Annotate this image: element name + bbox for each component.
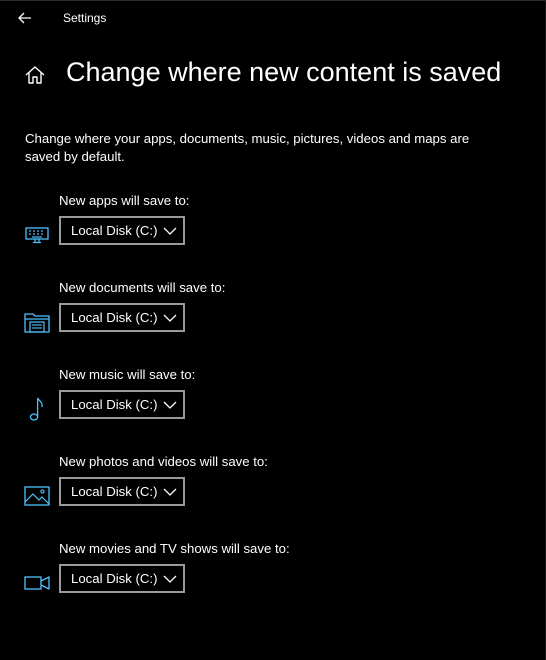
- chevron-down-icon: [163, 488, 177, 496]
- dropdown-value: Local Disk (C:): [71, 397, 158, 412]
- music-note-icon: [23, 397, 51, 421]
- page-title: Change where new content is saved: [66, 57, 502, 87]
- settings-window: Settings Change where new content is sav…: [0, 0, 546, 660]
- page-header: Change where new content is saved: [0, 56, 546, 96]
- chevron-down-icon: [163, 227, 177, 235]
- monitor-keyboard-icon: [23, 223, 51, 247]
- dropdown-value: Local Disk (C:): [71, 223, 158, 238]
- setting-label: New apps will save to:: [59, 193, 190, 208]
- setting-music: New music will save to: Local Disk (C:): [0, 367, 546, 447]
- setting-label: New documents will save to:: [59, 280, 226, 295]
- window-title: Settings: [63, 11, 107, 25]
- back-button[interactable]: [10, 4, 40, 32]
- chevron-down-icon: [163, 401, 177, 409]
- save-location-dropdown[interactable]: Local Disk (C:): [59, 477, 185, 506]
- save-location-dropdown[interactable]: Local Disk (C:): [59, 303, 185, 332]
- picture-icon: [23, 484, 51, 508]
- save-location-dropdown[interactable]: Local Disk (C:): [59, 564, 185, 593]
- video-camera-icon: [23, 571, 51, 595]
- setting-documents: New documents will save to: Local Disk (…: [0, 280, 546, 360]
- chevron-down-icon: [163, 314, 177, 322]
- back-arrow-icon: [18, 12, 31, 24]
- setting-apps: New apps will save to: Local Disk (C:): [0, 193, 546, 273]
- save-location-dropdown[interactable]: Local Disk (C:): [59, 216, 185, 245]
- page-description: Change where your apps, documents, music…: [25, 131, 470, 164]
- save-location-dropdown[interactable]: Local Disk (C:): [59, 390, 185, 419]
- title-bar: Settings: [0, 0, 546, 36]
- home-icon: [25, 66, 45, 84]
- dropdown-value: Local Disk (C:): [71, 571, 158, 586]
- setting-photos-videos: New photos and videos will save to: Loca…: [0, 454, 546, 534]
- dropdown-value: Local Disk (C:): [71, 310, 158, 325]
- chevron-down-icon: [163, 575, 177, 583]
- dropdown-value: Local Disk (C:): [71, 484, 158, 499]
- folder-documents-icon: [23, 310, 51, 334]
- setting-movies-tv: New movies and TV shows will save to: Lo…: [0, 541, 546, 621]
- setting-label: New music will save to:: [59, 367, 196, 382]
- setting-label: New movies and TV shows will save to:: [59, 541, 290, 556]
- setting-label: New photos and videos will save to:: [59, 454, 268, 469]
